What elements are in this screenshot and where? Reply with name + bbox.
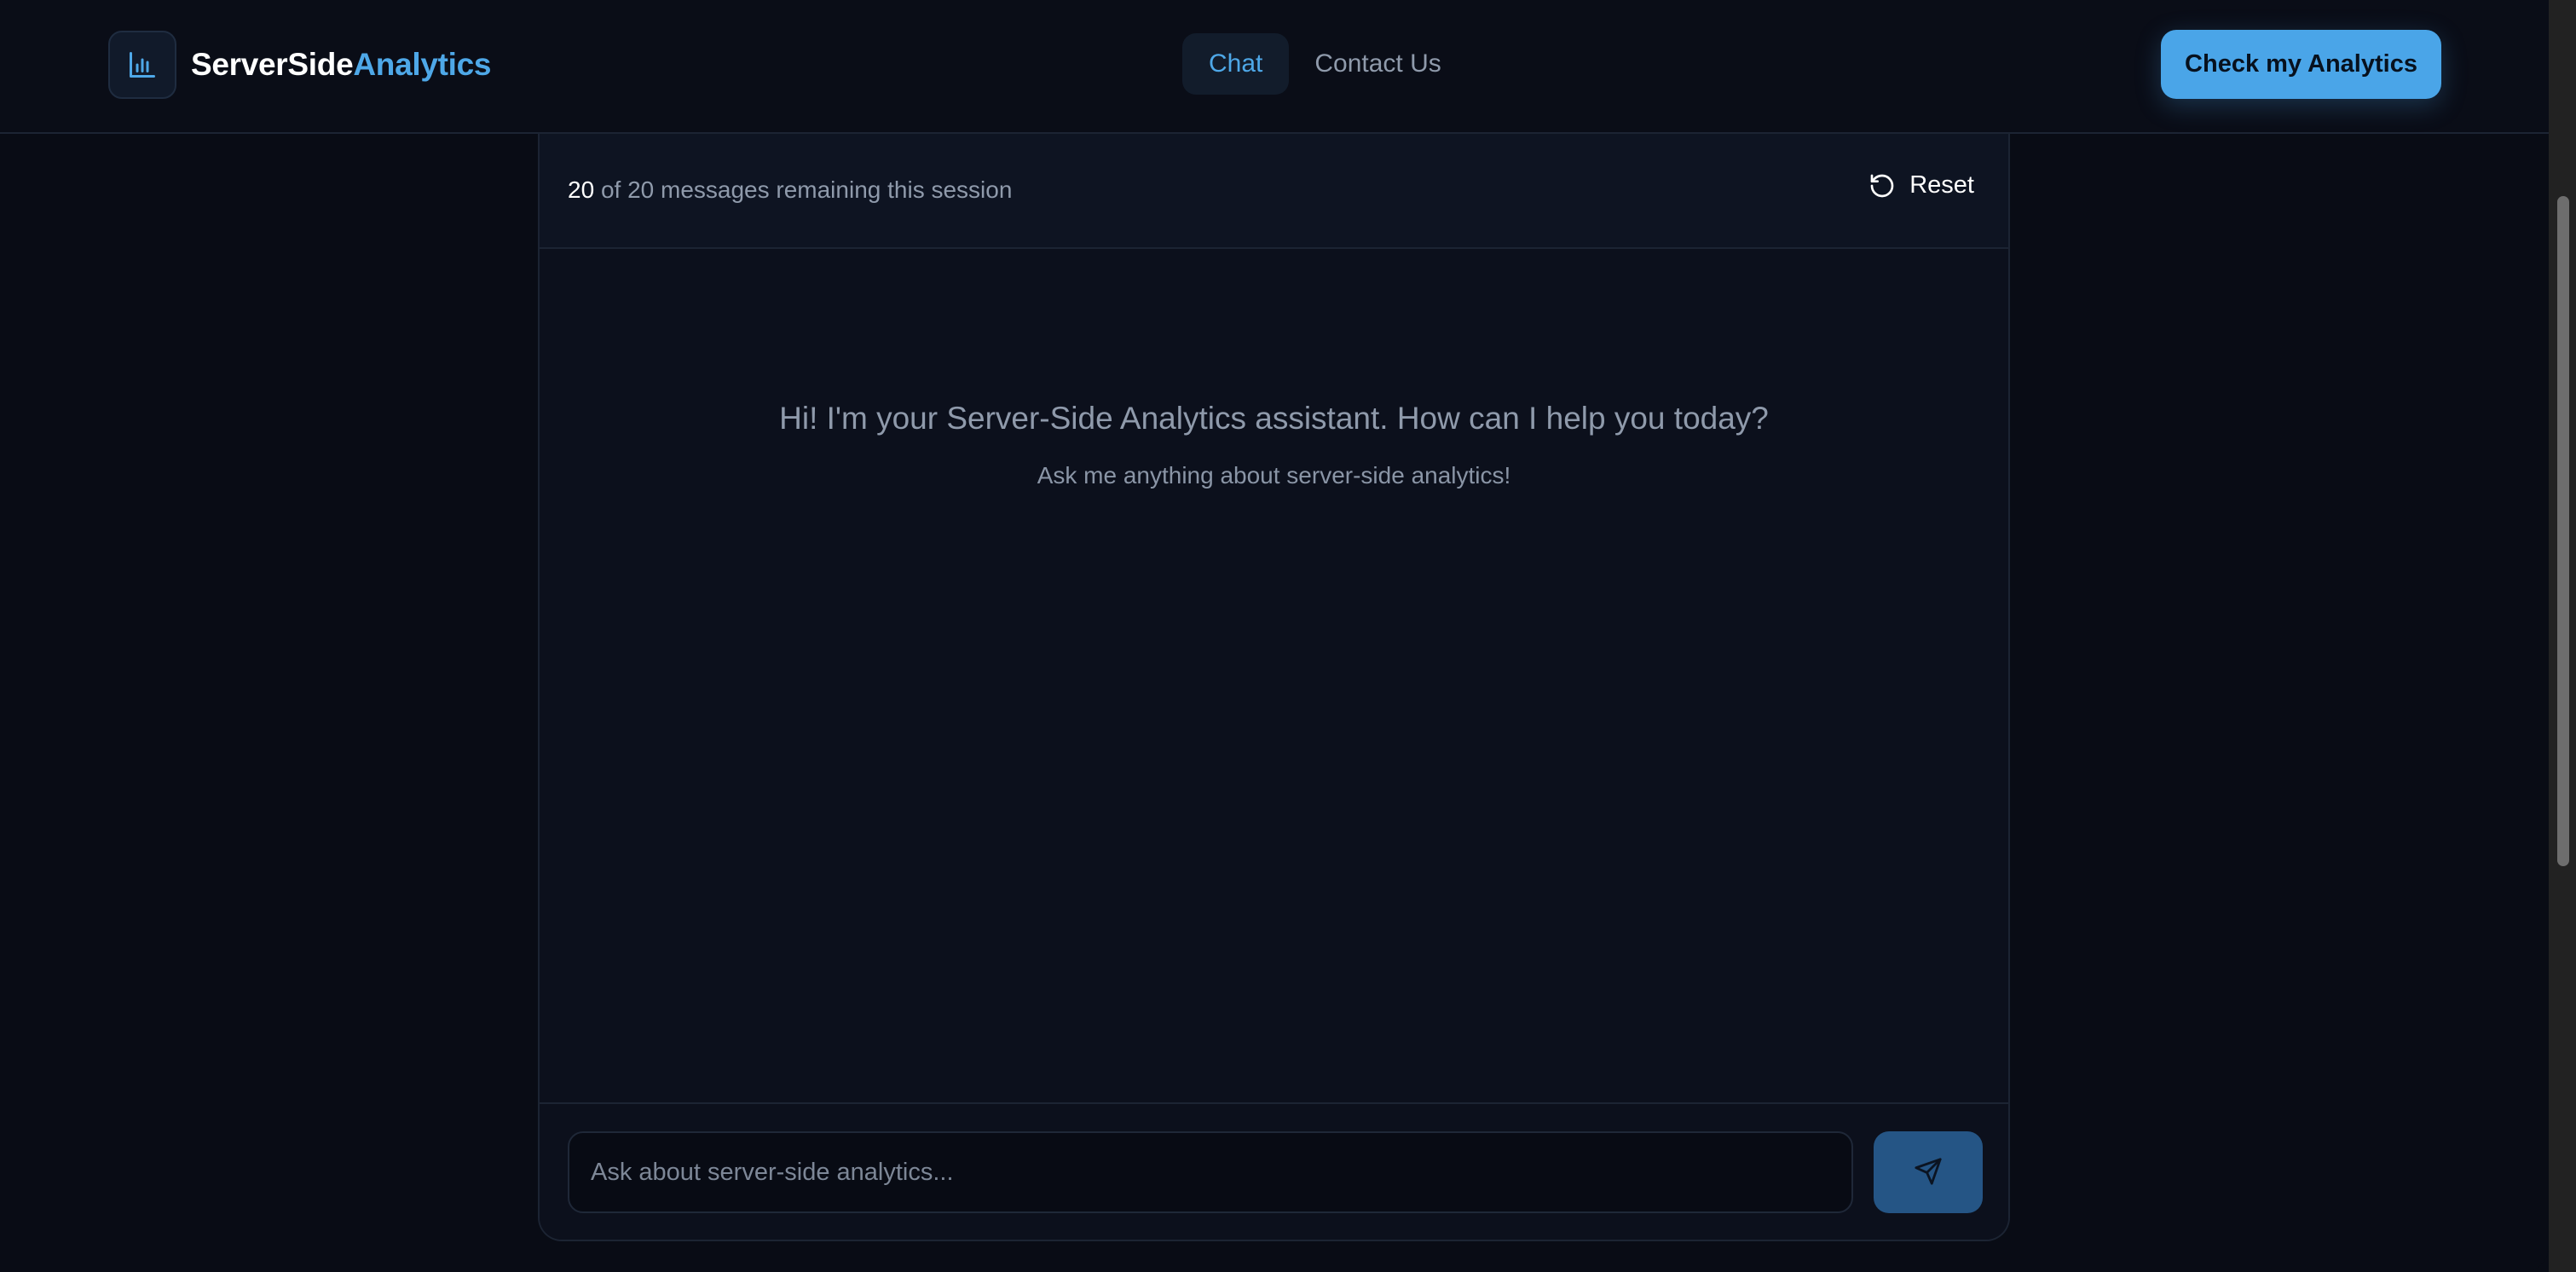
welcome-title: Hi! I'm your Server-Side Analytics assis… [779, 401, 1769, 436]
scrollbar-thumb[interactable] [2557, 196, 2569, 866]
rotate-ccw-icon [1868, 172, 1896, 199]
chat-panel: 20 of 20 messages remaining this session… [538, 134, 2010, 1241]
bar-chart-icon [108, 31, 176, 99]
reset-button[interactable]: Reset [1868, 171, 1974, 199]
reset-button-label: Reset [1909, 171, 1974, 199]
messages-remaining-count: 20 [568, 176, 595, 203]
check-my-analytics-button[interactable]: Check my Analytics [2161, 30, 2441, 99]
chat-input[interactable] [568, 1131, 1853, 1213]
messages-remaining-text: of 20 messages remaining this session [600, 176, 1013, 203]
send-button[interactable] [1874, 1131, 1983, 1213]
send-icon [1914, 1157, 1943, 1188]
brand-name-primary: ServerSide [191, 47, 354, 82]
messages-remaining: 20 of 20 messages remaining this session [568, 176, 1012, 204]
welcome-message: Hi! I'm your Server-Side Analytics assis… [540, 401, 2008, 489]
brand-name-accent: Analytics [353, 47, 492, 82]
brand-logo[interactable]: ServerSideAnalytics [108, 31, 491, 99]
main-nav: Chat Contact Us [1182, 33, 1458, 95]
page-scrollbar[interactable] [2549, 0, 2576, 1272]
app-viewport: ServerSideAnalytics Chat Contact Us Chec… [0, 0, 2549, 1272]
message-composer [540, 1102, 2008, 1240]
nav-item-chat[interactable]: Chat [1182, 33, 1290, 95]
nav-item-contact-us[interactable]: Contact Us [1297, 33, 1458, 95]
brand-name: ServerSideAnalytics [191, 47, 491, 83]
welcome-subtitle: Ask me anything about server-side analyt… [1037, 462, 1511, 489]
chat-panel-header: 20 of 20 messages remaining this session… [540, 134, 2008, 249]
top-navbar: ServerSideAnalytics Chat Contact Us Chec… [0, 0, 2549, 134]
